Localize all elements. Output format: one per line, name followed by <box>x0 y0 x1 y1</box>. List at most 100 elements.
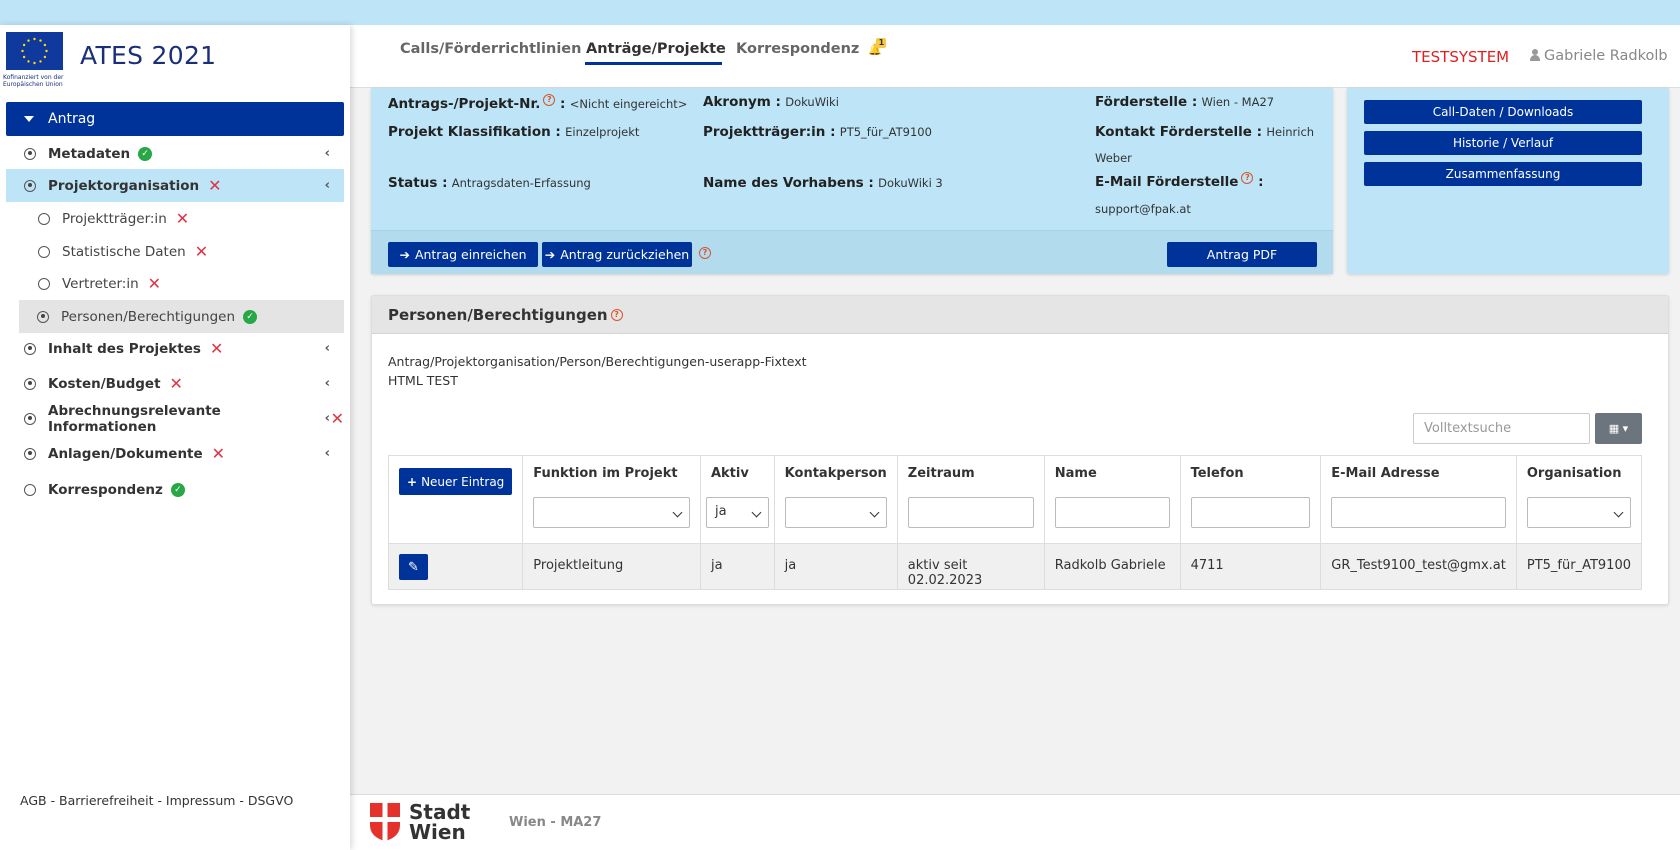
zusammenfassung-button[interactable]: Zusammenfassung <box>1364 162 1642 186</box>
cross-icon: ✕ <box>209 338 224 358</box>
personen-panel: Personen/Berechtigungen? Antrag/Projekto… <box>371 295 1669 605</box>
cell-aktiv: ja <box>699 543 775 590</box>
tab-calls[interactable]: Calls/Förderrichtlinien <box>400 41 581 57</box>
field-klassifikation: Projekt Klassifikation : Einzelprojekt <box>388 124 639 140</box>
fixtext-line-2: HTML TEST <box>388 373 458 388</box>
status-label: Status : <box>388 175 448 191</box>
app-title: ATES 2021 <box>80 41 217 70</box>
neuer-eintrag-label: Neuer Eintrag <box>421 474 505 489</box>
help-icon[interactable]: ? <box>1241 172 1254 184</box>
kontakt-value-1: Heinrich <box>1266 125 1315 139</box>
help-icon[interactable]: ? <box>610 308 623 321</box>
cell-actions: ✎ <box>387 543 524 590</box>
email-value: support@fpak.at <box>1095 202 1191 216</box>
radio-icon <box>38 212 50 225</box>
sidebar-item-anlagen[interactable]: Anlagen/Dokumente ✕ ‹ <box>6 437 344 470</box>
cell-funktion: Projektleitung <box>522 543 701 590</box>
historie-button[interactable]: Historie / Verlauf <box>1364 131 1642 155</box>
eu-flag-logo <box>6 32 63 70</box>
field-projekttraeger: Projektträger:in : PT5_für_AT9100 <box>703 124 932 140</box>
neuer-eintrag-button[interactable]: + Neuer Eintrag <box>399 468 513 495</box>
tab-antraege[interactable]: Anträge/Projekte <box>586 41 726 57</box>
filter-name-input[interactable] <box>1054 497 1170 528</box>
sidebar-item-projektorganisation[interactable]: Projektorganisation ✕ ‹ <box>6 169 344 202</box>
email-label: E-Mail Förderstelle <box>1095 174 1239 190</box>
footer-links[interactable]: AGB - Barrierefreiheit - Impressum - DSG… <box>20 793 293 808</box>
help-icon[interactable]: ? <box>543 94 556 106</box>
filter-email-input[interactable] <box>1331 497 1506 528</box>
page-footer: Stadt Wien Wien - MA27 <box>350 794 1680 850</box>
sidebar-item-statistische-daten[interactable]: Statistische Daten ✕ <box>6 235 344 268</box>
header-organisation-label: Organisation <box>1526 466 1622 481</box>
filter-zeitraum-input[interactable] <box>907 497 1034 528</box>
sidebar-item-label: Projektträger:in <box>62 210 167 227</box>
header-actions: + Neuer Eintrag <box>387 455 524 544</box>
top-nav: Calls/Förderrichtlinien Anträge/Projekte… <box>350 25 1680 88</box>
search-input[interactable]: Volltextsuche <box>1413 413 1590 444</box>
header-organisation: Organisation <box>1515 455 1643 544</box>
call-daten-button[interactable]: Call-Daten / Downloads <box>1364 100 1642 124</box>
cross-icon: ✕ <box>330 408 344 428</box>
wien-logo-text-1: Stadt <box>409 800 471 824</box>
column-toggle-button[interactable]: ▦ ▾ <box>1595 413 1642 444</box>
top-strip <box>0 0 1680 25</box>
klassifikation-label: Projekt Klassifikation : <box>388 124 561 140</box>
cross-icon: ✕ <box>211 443 226 463</box>
filter-telefon-input[interactable] <box>1190 497 1311 528</box>
help-icon[interactable]: ? <box>699 247 711 259</box>
chevron-left-icon: ‹ <box>324 178 330 193</box>
filter-aktiv-select[interactable]: ja <box>705 497 769 528</box>
chevron-left-icon: ‹ <box>324 376 330 391</box>
filter-funktion-select[interactable] <box>533 497 690 528</box>
sidebar-item-vertreter[interactable]: Vertreter:in ✕ <box>6 267 344 300</box>
field-foerderstelle: Förderstelle : Wien - MA27 <box>1095 94 1274 110</box>
filter-kontakt-select[interactable] <box>784 497 887 528</box>
cell-telefon: 4711 <box>1179 543 1322 590</box>
sidebar-item-label: Vertreter:in <box>62 275 139 292</box>
antrag-einreichen-button[interactable]: ➔ Antrag einreichen <box>388 242 538 267</box>
sidebar-item-kosten[interactable]: Kosten/Budget ✕ ‹ <box>6 367 344 400</box>
antrag-zurueckziehen-button[interactable]: ➔ Antrag zurückziehen <box>542 242 692 267</box>
tab-korrespondenz-label: Korrespondenz <box>736 41 860 57</box>
sidebar-item-inhalt[interactable]: Inhalt des Projektes ✕ ‹ <box>6 332 344 365</box>
sidebar-item-projekttraeger[interactable]: Projektträger:in ✕ <box>6 202 344 235</box>
traeger-value: PT5_für_AT9100 <box>839 125 932 139</box>
sidebar-item-personen-berechtigungen[interactable]: Personen/Berechtigungen ✓ <box>19 300 344 333</box>
antrag-info-panel: Antrags-/Projekt-Nr.? : <Nicht eingereic… <box>371 88 1333 274</box>
sidebar-item-korrespondenz[interactable]: Korrespondenz ✓ <box>6 473 344 506</box>
radio-icon <box>24 412 36 425</box>
vorhaben-label: Name des Vorhabens : <box>703 175 874 191</box>
antrag-pdf-button[interactable]: Antrag PDF <box>1167 242 1317 267</box>
filter-aktiv-value: ja <box>714 504 727 519</box>
field-email: E-Mail Förderstelle? : <box>1095 172 1264 190</box>
radio-icon <box>24 179 36 192</box>
header-aktiv: Aktiv ja <box>699 455 775 544</box>
radio-icon <box>38 277 50 290</box>
sidebar-item-abrechnung[interactable]: Abrechnungsrelevante Informationen ✕ ‹ <box>6 402 344 435</box>
active-tab-underline <box>585 62 722 65</box>
header-kontakt: Kontakperson <box>773 455 898 544</box>
header-name-label: Name <box>1054 466 1097 481</box>
sidebar-head-antrag[interactable]: Antrag <box>6 102 344 136</box>
radio-icon <box>24 342 36 355</box>
department-label: Wien - MA27 <box>509 815 602 830</box>
cross-icon: ✕ <box>208 175 222 195</box>
tab-korrespondenz[interactable]: Korrespondenz 🔔 1 <box>736 38 887 57</box>
foerderstelle-value: Wien - MA27 <box>1201 95 1275 109</box>
chevron-left-icon: ‹ <box>324 341 330 356</box>
edit-icon[interactable]: ✎ <box>399 554 428 580</box>
sidebar-item-metadaten[interactable]: Metadaten ✓ ‹ <box>6 137 344 170</box>
testsystem-label: TESTSYSTEM <box>1412 48 1510 66</box>
header-email-label: E-Mail Adresse <box>1331 466 1440 481</box>
user-menu[interactable]: Gabriele Radkolb <box>1530 48 1668 64</box>
table-row: ✎ Projektleitung ja ja aktiv seit 02.02.… <box>387 543 1643 590</box>
cross-icon: ✕ <box>194 241 209 261</box>
field-status: Status : Antragsdaten-Erfassung <box>388 175 591 191</box>
filter-organisation-select[interactable] <box>1526 497 1631 528</box>
kontakt-label: Kontakt Förderstelle : <box>1095 124 1263 140</box>
header-funktion: Funktion im Projekt <box>522 455 701 544</box>
cross-icon: ✕ <box>169 373 183 393</box>
antrag-nr-value: <Nicht eingereicht> <box>569 97 688 111</box>
bell-icon: 🔔 1 <box>868 38 887 56</box>
chevron-left-icon: ‹ <box>324 146 330 161</box>
